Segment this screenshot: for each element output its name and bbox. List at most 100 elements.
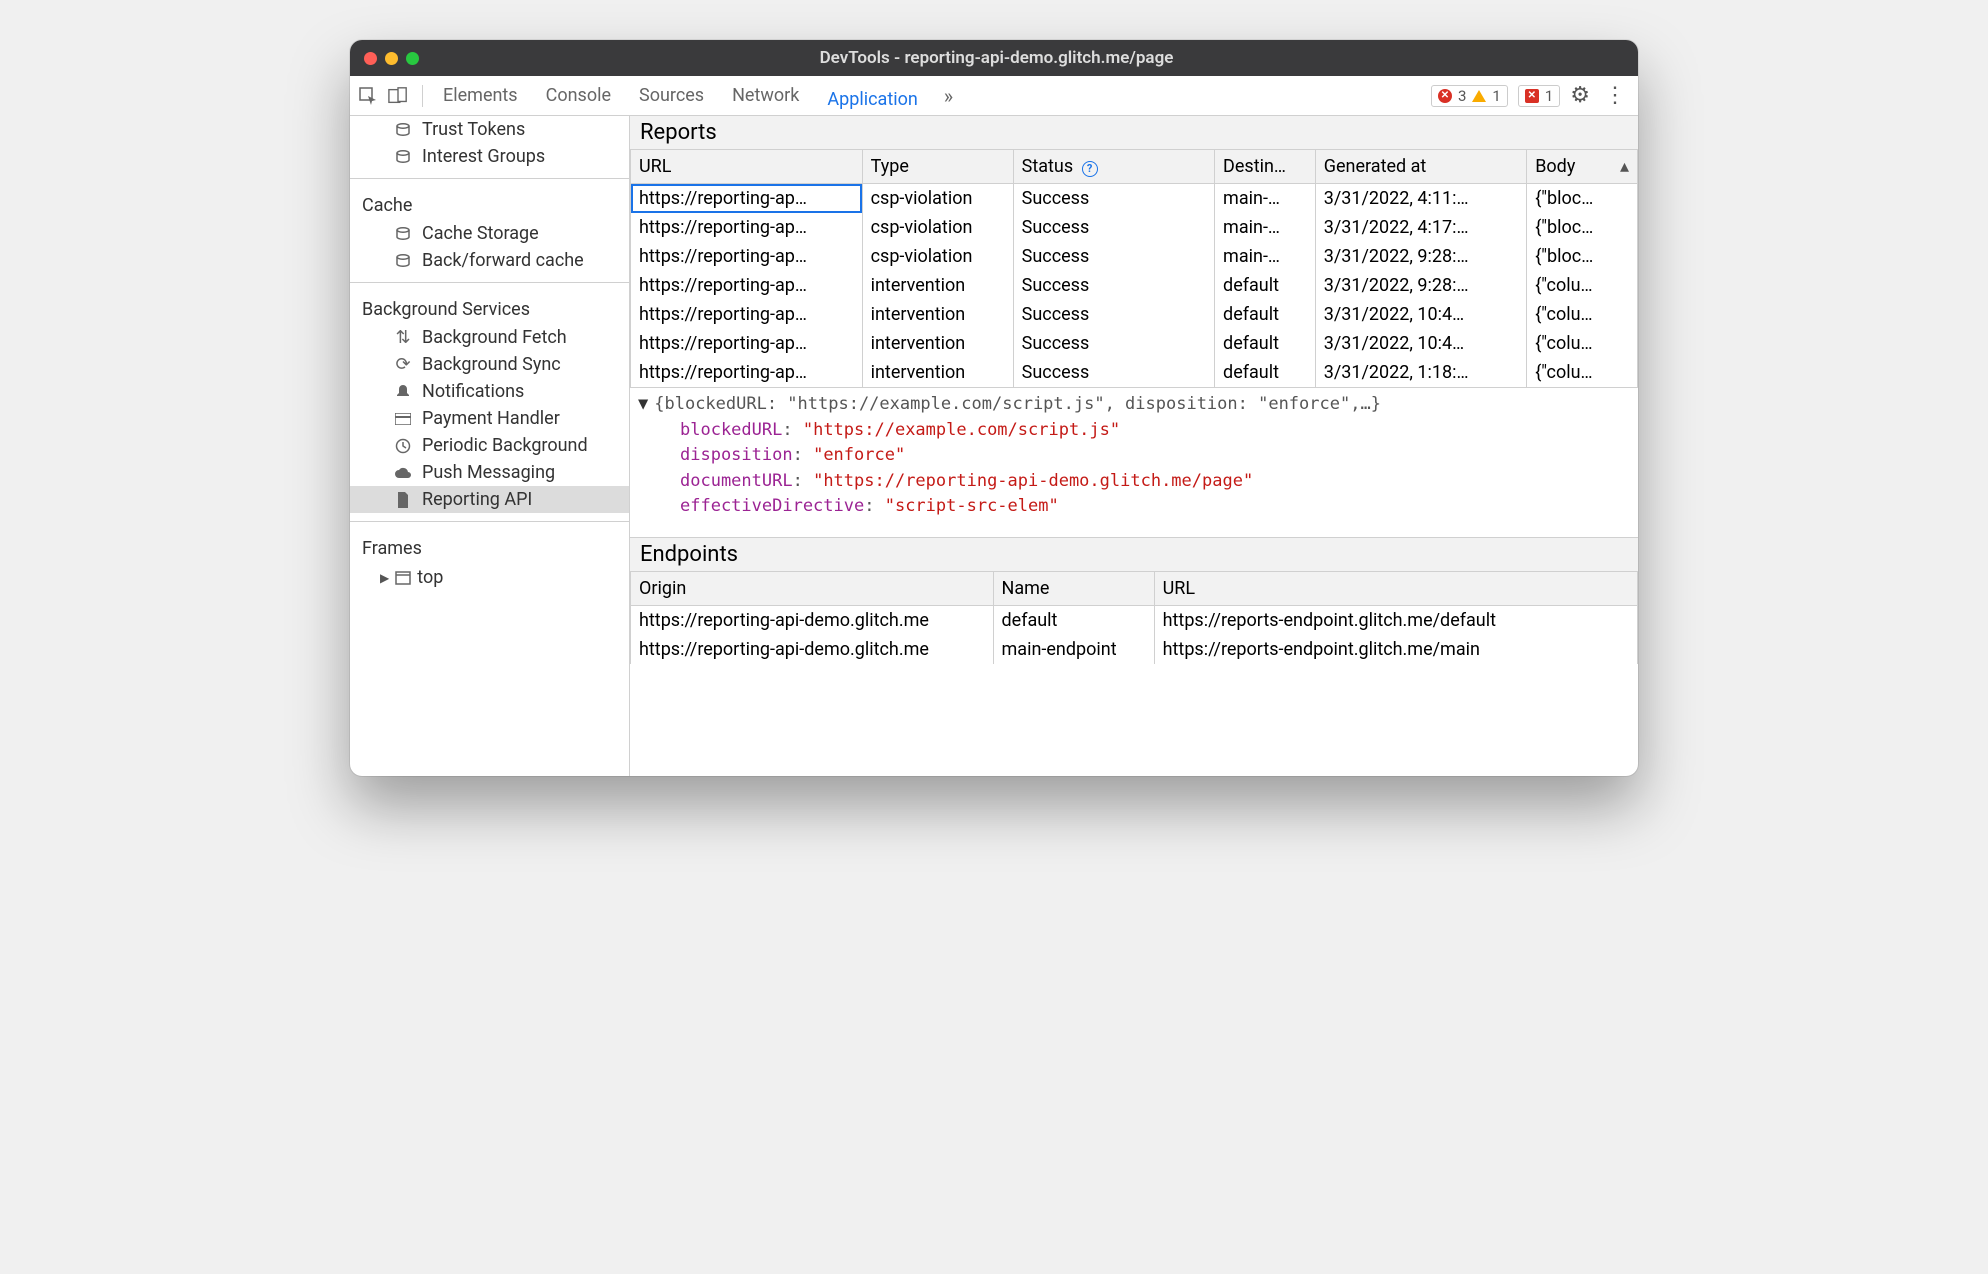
reports-table: URL Type Status ? Destin… Generated at B… [630,150,1638,387]
detail-property: effectiveDirective: "script-src-elem" [638,494,1630,520]
application-sidebar: Trust Tokens Interest Groups Cache Cache… [350,116,630,776]
cell-dest: default [1215,358,1316,387]
sidebar-item-push[interactable]: Push Messaging [350,459,629,486]
sidebar-group-frames[interactable]: Frames [350,528,629,563]
sidebar-item-reporting-api[interactable]: Reporting API [350,486,629,513]
sidebar-group-bg[interactable]: Background Services [350,289,629,324]
sidebar-item-payment[interactable]: Payment Handler [350,405,629,432]
cell-url: https://reporting-ap… [631,213,863,242]
cell-status: Success [1013,184,1214,214]
table-row[interactable]: https://reporting-ap…csp-violationSucces… [631,184,1638,214]
cell-status: Success [1013,300,1214,329]
tab-elements[interactable]: Elements [441,77,520,114]
sidebar-item-cache-storage[interactable]: Cache Storage [350,220,629,247]
database-icon [394,226,412,242]
sidebar-item-bg-fetch[interactable]: ⇅ Background Fetch [350,324,629,351]
sidebar-item-interest-groups[interactable]: Interest Groups [350,143,629,170]
sidebar-group-cache[interactable]: Cache [350,185,629,220]
cell-status: Success [1013,213,1214,242]
issues-count: 1 [1545,87,1553,105]
sort-asc-icon: ▴ [1620,156,1629,177]
table-row[interactable]: https://reporting-ap…csp-violationSucces… [631,242,1638,271]
sidebar-item-label: Payment Handler [422,408,560,429]
table-row[interactable]: https://reporting-ap…interventionSuccess… [631,271,1638,300]
cell-body: {"colu… [1527,300,1638,329]
window-icon [395,571,411,585]
panel-tabs: Elements Console Sources Network Applica… [437,77,1427,114]
col-url[interactable]: URL [1154,572,1637,606]
warning-icon [1472,90,1486,102]
tab-console[interactable]: Console [544,77,613,114]
table-row[interactable]: https://reporting-ap…interventionSuccess… [631,329,1638,358]
report-detail-viewer[interactable]: ▼ {blockedURL: "https://example.com/scrip… [630,388,1638,538]
cell-gen: 3/31/2022, 9:28:… [1315,242,1526,271]
minimize-window-button[interactable] [385,52,398,65]
inspect-icon[interactable] [358,86,378,106]
col-body[interactable]: Body▴ [1527,150,1638,184]
tab-sources[interactable]: Sources [637,77,706,114]
titlebar: DevTools - reporting-api-demo.glitch.me/… [350,40,1638,76]
cell-gen: 3/31/2022, 1:18:… [1315,358,1526,387]
cell-type: csp-violation [862,184,1013,214]
table-header-row: URL Type Status ? Destin… Generated at B… [631,150,1638,184]
col-origin[interactable]: Origin [631,572,994,606]
database-icon [394,122,412,138]
cell-type: csp-violation [862,213,1013,242]
table-row[interactable]: https://reporting-api-demo.glitch.memain… [631,635,1638,664]
col-destination[interactable]: Destin… [1215,150,1316,184]
expand-caret-icon[interactable]: ▼ [638,394,648,414]
sidebar-item-label: Background Sync [422,354,561,375]
col-url[interactable]: URL [631,150,863,184]
cell-status: Success [1013,329,1214,358]
close-window-button[interactable] [364,52,377,65]
col-generated-at[interactable]: Generated at [1315,150,1526,184]
document-icon [394,492,412,508]
detail-summary: {blockedURL: "https://example.com/script… [654,394,1381,414]
frame-item-top[interactable]: ▶ top [350,563,629,592]
cell-gen: 3/31/2022, 4:11:… [1315,184,1526,214]
cell-type: csp-violation [862,242,1013,271]
endpoints-table: Origin Name URL https://reporting-api-de… [630,572,1638,664]
sidebar-item-trust-tokens[interactable]: Trust Tokens [350,116,629,143]
maximize-window-button[interactable] [406,52,419,65]
frame-label: top [417,567,443,588]
sidebar-item-periodic-bg[interactable]: Periodic Background [350,432,629,459]
table-row[interactable]: https://reporting-ap…csp-violationSucces… [631,213,1638,242]
cell-url: https://reporting-ap… [631,329,863,358]
cell-url: https://reporting-ap… [631,271,863,300]
warning-count: 1 [1492,87,1500,105]
table-row[interactable]: https://reporting-ap…interventionSuccess… [631,358,1638,387]
cell-dest: main-… [1215,242,1316,271]
tab-application[interactable]: Application [825,81,919,120]
more-tabs-icon[interactable]: » [944,84,953,108]
col-type[interactable]: Type [862,150,1013,184]
issues-badge[interactable]: ✕ 1 [1518,85,1560,107]
fetch-icon: ⇅ [394,327,412,348]
sidebar-item-notifications[interactable]: Notifications [350,378,629,405]
reports-heading: Reports [630,116,1638,150]
tab-network[interactable]: Network [730,77,801,114]
help-icon[interactable]: ? [1082,161,1098,177]
device-icon[interactable] [388,86,408,106]
console-status-badge[interactable]: ✕ 3 1 [1431,85,1508,107]
cell-body: {"colu… [1527,271,1638,300]
database-icon [394,149,412,165]
table-row[interactable]: https://reporting-api-demo.glitch.medefa… [631,606,1638,636]
devtools-window: DevTools - reporting-api-demo.glitch.me/… [350,40,1638,776]
sidebar-item-bf-cache[interactable]: Back/forward cache [350,247,629,274]
col-name[interactable]: Name [993,572,1154,606]
issues-icon: ✕ [1525,89,1539,103]
cell-type: intervention [862,329,1013,358]
error-icon: ✕ [1438,89,1452,103]
col-status[interactable]: Status ? [1013,150,1214,184]
more-icon[interactable]: ⋮ [1600,83,1630,108]
settings-icon[interactable]: ⚙ [1570,83,1590,108]
window-title: DevTools - reporting-api-demo.glitch.me/… [419,48,1574,68]
cloud-icon [394,467,412,479]
caret-icon: ▶ [380,571,389,585]
cell-url: https://reports-endpoint.glitch.me/main [1154,635,1637,664]
window-controls [364,52,419,65]
sidebar-item-bg-sync[interactable]: ⟳ Background Sync [350,351,629,378]
table-row[interactable]: https://reporting-ap…interventionSuccess… [631,300,1638,329]
sidebar-item-label: Trust Tokens [422,119,525,140]
